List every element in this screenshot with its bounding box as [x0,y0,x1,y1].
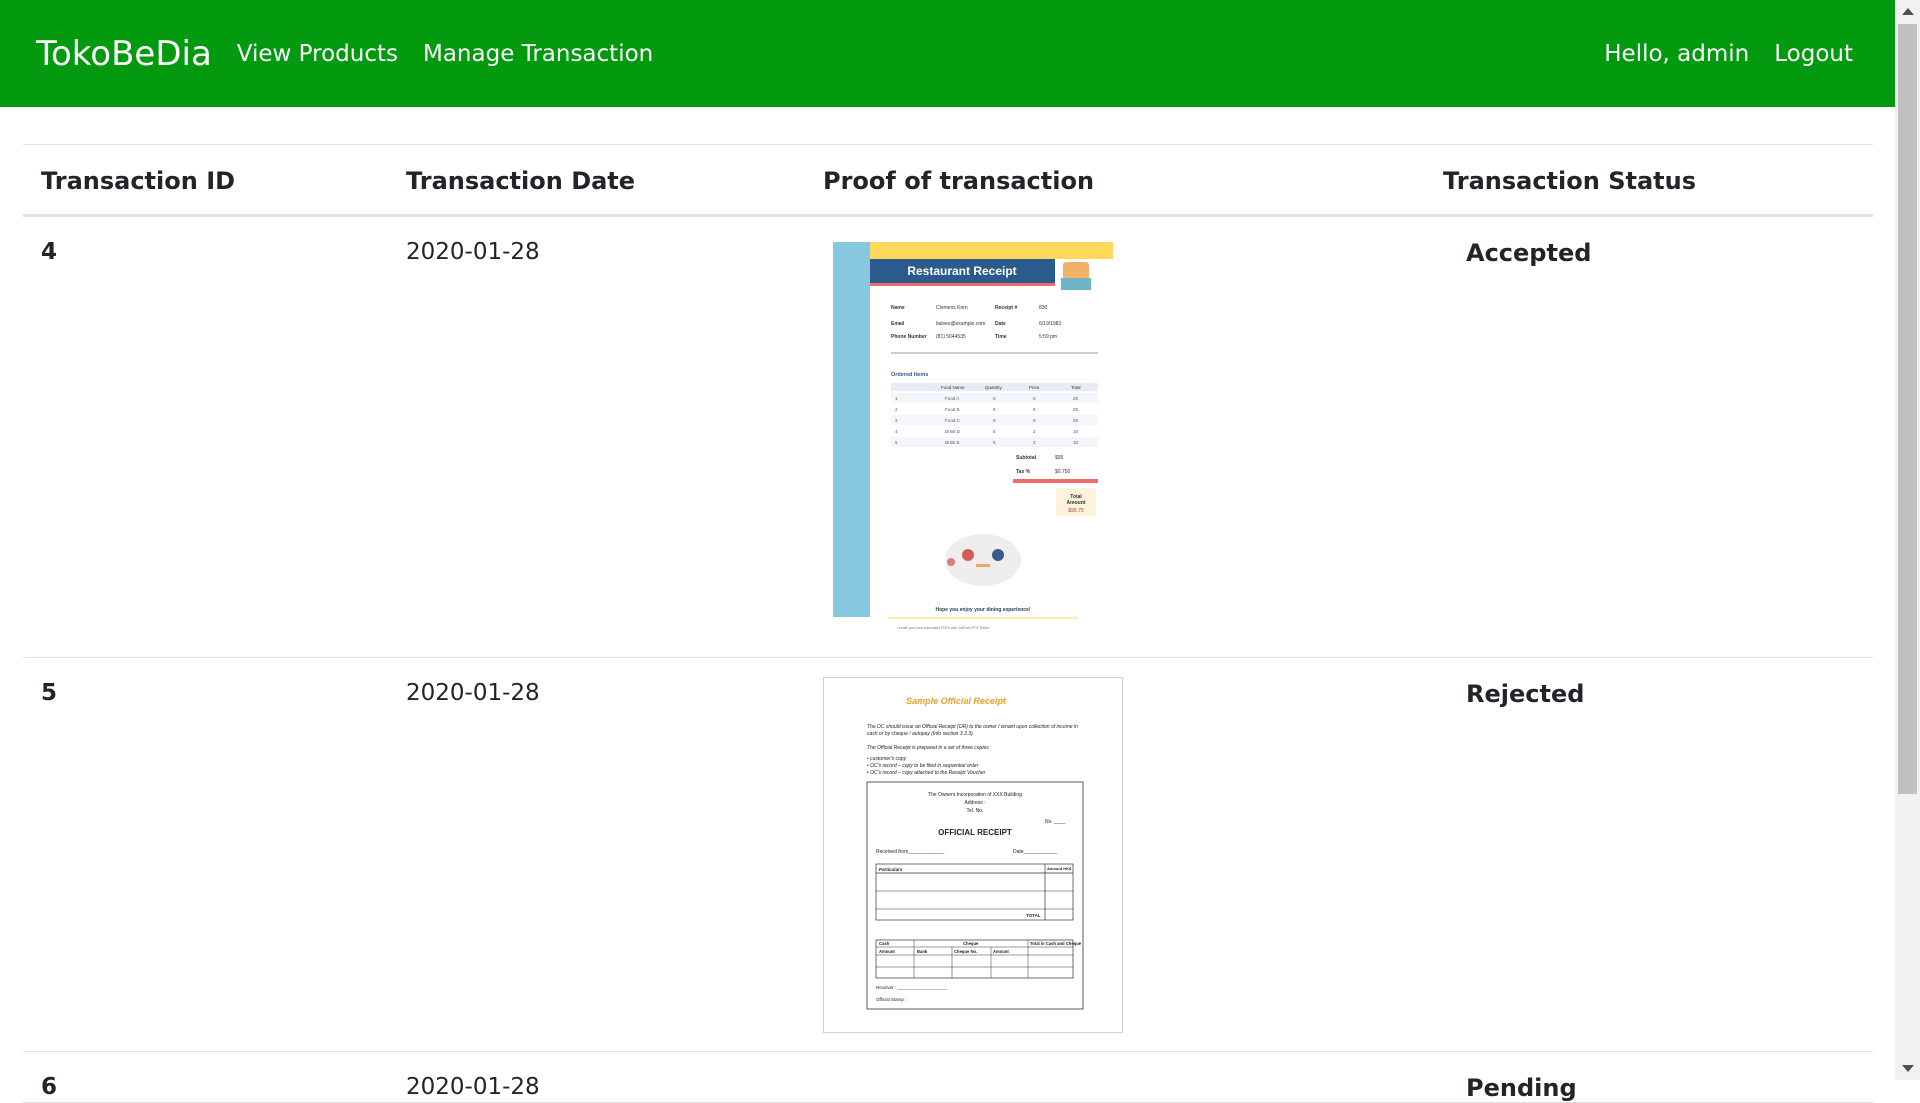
svg-text:Ordered Items: Ordered Items [891,372,928,378]
proof-cell [823,1052,1443,1103]
svg-text:• OC's record – copy to be fil: • OC's record – copy to be filed in sequ… [867,763,979,769]
transaction-id: 4 [41,239,58,265]
logout-link[interactable]: Logout [1774,41,1853,67]
brand-logo[interactable]: TokoBeDia [36,34,212,74]
svg-text:10: 10 [1073,440,1079,445]
svg-text:Food C: Food C [945,418,961,423]
svg-text:Food A: Food A [945,396,959,401]
svg-text:Official Stamp :: Official Stamp : [876,997,906,1002]
transaction-id: 6 [41,1074,58,1100]
svg-text:25: 25 [1073,407,1079,412]
svg-text:Particulars: Particulars [879,867,903,872]
svg-text:OFFICIAL RECEIPT: OFFICIAL RECEIPT [938,828,1012,837]
svg-text:cash or by cheque / autopay (I: cash or by cheque / autopay (Info sectio… [867,731,974,737]
scroll-thumb[interactable] [1898,24,1917,794]
svg-text:Clemens Korn: Clemens Korn [936,305,968,311]
status-label: Accepted [1466,239,1592,267]
svg-text:Drink D: Drink D [945,429,961,434]
transactions-table: Transaction ID Transaction Date Proof of… [23,144,1873,1103]
table-header-row: Transaction ID Transaction Date Proof of… [23,144,1873,216]
svg-text:The Owners Incorporation of XX: The Owners Incorporation of XXX Building [928,792,1022,798]
status-label: Pending [1466,1074,1577,1102]
svg-text:5:59 pm: 5:59 pm [1039,334,1057,340]
greeting-link[interactable]: Hello, admin [1604,41,1749,67]
svg-text:Total: Total [1071,385,1081,390]
svg-text:Date: Date [995,321,1006,327]
svg-text:TOTAL: TOTAL [1026,913,1041,918]
svg-text:• OC's record – copy attached: • OC's record – copy attached to the Rec… [867,770,986,776]
svg-text:6/19/1982: 6/19/1982 [1039,321,1061,327]
svg-text:Subtotal: Subtotal [1016,455,1037,461]
svg-text:Receiver : ___________________: Receiver : ____________________ [876,985,948,990]
nav-right-group: Hello, admin Logout [1579,41,1853,67]
svg-text:Quantity: Quantity [985,385,1003,390]
svg-text:Sample Official Receipt: Sample Official Receipt [906,696,1007,706]
svg-text:Receipt #: Receipt # [995,305,1017,311]
svg-text:(81) 5044535: (81) 5044535 [936,334,966,340]
svg-text:Amount: Amount [1067,500,1086,506]
svg-text:Bank: Bank [917,949,928,954]
svg-text:$95.75: $95.75 [1068,508,1084,514]
svg-text:The OC should issue an Officia: The OC should issue an Official Receipt … [867,724,1078,730]
scroll-up-arrow-icon[interactable] [1902,8,1914,15]
header-proof: Proof of transaction [823,166,1095,195]
svg-text:Create your own automated PDFs: Create your own automated PDFs with JotF… [897,626,990,630]
transaction-date: 2020-01-28 [406,239,540,265]
proof-cell: Restaurant Receipt Name Clemens Korn Rec… [823,216,1443,658]
transaction-date: 2020-01-28 [406,680,540,706]
table-row: 4 2020-01-28 Restaurant Receipt Name Cle… [23,216,1873,658]
svg-text:Time: Time [995,334,1007,340]
svg-text:Food B: Food B [945,407,960,412]
nav-view-products[interactable]: View Products [237,41,398,67]
svg-text:balves@example.com: balves@example.com [936,321,985,327]
svg-text:Address :: Address : [964,800,985,806]
svg-text:No. ____: No. ____ [1045,819,1066,825]
svg-text:$95: $95 [1055,455,1064,461]
status-label: Rejected [1466,680,1585,708]
svg-text:Amount: Amount [993,949,1009,954]
svg-text:25: 25 [1073,418,1079,423]
svg-text:• customer's copy: • customer's copy [867,756,907,762]
svg-text:The Official Receipt is prepar: The Official Receipt is prepared in a se… [867,745,992,751]
svg-text:Cheque: Cheque [963,941,979,946]
svg-text:Date____________: Date____________ [1013,849,1057,855]
header-transaction-id: Transaction ID [41,166,236,195]
transaction-date: 2020-01-28 [406,1074,540,1100]
nav-manage-transaction[interactable]: Manage Transaction [423,41,653,67]
restaurant-receipt-image: Restaurant Receipt Name Clemens Korn Rec… [833,242,1115,634]
table-row: 5 2020-01-28 Sample Official Receipt The… [23,658,1873,1052]
svg-text:Cash: Cash [879,941,890,946]
svg-text:10: 10 [1073,429,1079,434]
svg-text:Cheque No.: Cheque No. [954,949,977,954]
top-navbar: TokoBeDia View Products Manage Transacti… [0,0,1895,107]
scroll-down-arrow-icon[interactable] [1902,1065,1914,1072]
svg-text:Price: Price [1029,385,1040,390]
svg-text:Restaurant Receipt: Restaurant Receipt [907,264,1016,278]
table-row: 6 2020-01-28 Pending [23,1052,1873,1103]
svg-text:Total in Cash and Cheque: Total in Cash and Cheque [1030,941,1082,946]
svg-text:Food Name: Food Name [941,385,965,390]
svg-text:Received from_____________: Received from_____________ [876,849,945,855]
svg-text:Tel. No.: Tel. No. [967,808,984,814]
svg-text:Email: Email [891,321,905,327]
svg-text:Hope you enjoy your dining exp: Hope you enjoy your dining experience! [935,607,1030,613]
svg-text:$0.750: $0.750 [1055,469,1071,475]
svg-text:830: 830 [1039,305,1048,311]
header-status: Transaction Status [1443,166,1696,195]
official-receipt-image: Sample Official Receipt The OC should is… [823,677,1123,1033]
header-transaction-date: Transaction Date [406,166,636,195]
svg-text:Name: Name [891,305,905,311]
svg-text:Phone Number: Phone Number [891,334,927,340]
svg-text:25: 25 [1073,396,1079,401]
svg-text:Amount: Amount [879,949,895,954]
vertical-scrollbar[interactable] [1895,0,1920,1080]
proof-cell: Sample Official Receipt The OC should is… [823,658,1443,1052]
svg-text:Tax %: Tax % [1016,469,1031,475]
svg-text:Drink E: Drink E [945,440,960,445]
svg-text:Amount HK$: Amount HK$ [1047,866,1072,871]
transaction-id: 5 [41,680,58,706]
